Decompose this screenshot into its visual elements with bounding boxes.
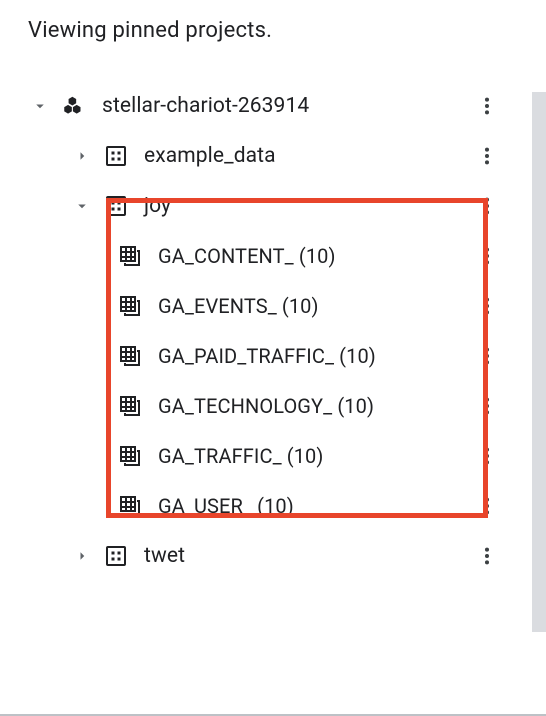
table-count: (10) (287, 444, 324, 468)
table-row[interactable]: GA_TRAFFIC_ (10) (28, 431, 546, 481)
table-count: (10) (337, 394, 374, 418)
table-count: (10) (299, 244, 336, 268)
dataset-row[interactable]: twet (28, 531, 546, 581)
page-title: Viewing pinned projects. (28, 18, 546, 43)
table-name: GA_PAID_TRAFFIC_ (158, 344, 334, 368)
kebab-menu-icon[interactable] (472, 236, 502, 276)
table-stack-icon (116, 342, 144, 370)
table-count: (10) (282, 294, 319, 318)
collapse-arrow-icon[interactable] (70, 544, 94, 568)
table-row[interactable]: GA_PAID_TRAFFIC_ (10) (28, 331, 546, 381)
kebab-menu-icon[interactable] (472, 186, 502, 226)
dataset-row[interactable]: joy (28, 181, 546, 231)
table-stack-icon (116, 442, 144, 470)
collapse-arrow-icon[interactable] (70, 144, 94, 168)
table-stack-icon (116, 242, 144, 270)
table-row[interactable]: GA_CONTENT_ (10) (28, 231, 546, 281)
kebab-menu-icon[interactable] (472, 536, 502, 576)
dataset-icon (102, 542, 130, 570)
kebab-menu-icon[interactable] (472, 386, 502, 426)
table-stack-icon (116, 292, 144, 320)
project-row[interactable]: stellar-chariot-263914 (28, 81, 546, 131)
table-stack-icon (116, 492, 144, 520)
table-name: GA_EVENTS_ (158, 294, 277, 318)
project-tree: stellar-chariot-263914 example_data (28, 81, 546, 581)
kebab-menu-icon[interactable] (472, 336, 502, 376)
dataset-icon (102, 142, 130, 170)
table-row[interactable]: GA_TECHNOLOGY_ (10) (28, 381, 546, 431)
kebab-menu-icon[interactable] (472, 436, 502, 476)
scrollbar[interactable] (532, 92, 546, 632)
expand-arrow-icon[interactable] (70, 194, 94, 218)
table-name: GA_USER_ (158, 494, 252, 518)
dataset-icon (102, 192, 130, 220)
dataset-row[interactable]: example_data (28, 131, 546, 181)
table-count: (10) (339, 344, 376, 368)
table-row[interactable]: GA_EVENTS_ (10) (28, 281, 546, 331)
kebab-menu-icon[interactable] (472, 86, 502, 126)
project-icon (60, 92, 88, 120)
kebab-menu-icon[interactable] (472, 136, 502, 176)
table-count: (10) (257, 494, 294, 518)
expand-arrow-icon[interactable] (28, 94, 52, 118)
table-row[interactable]: GA_USER_ (10) (28, 481, 546, 531)
kebab-menu-icon[interactable] (472, 286, 502, 326)
table-name: GA_TRAFFIC_ (158, 444, 282, 468)
kebab-menu-icon[interactable] (472, 486, 502, 526)
table-stack-icon (116, 392, 144, 420)
table-name: GA_CONTENT_ (158, 244, 294, 268)
table-name: GA_TECHNOLOGY_ (158, 394, 332, 418)
